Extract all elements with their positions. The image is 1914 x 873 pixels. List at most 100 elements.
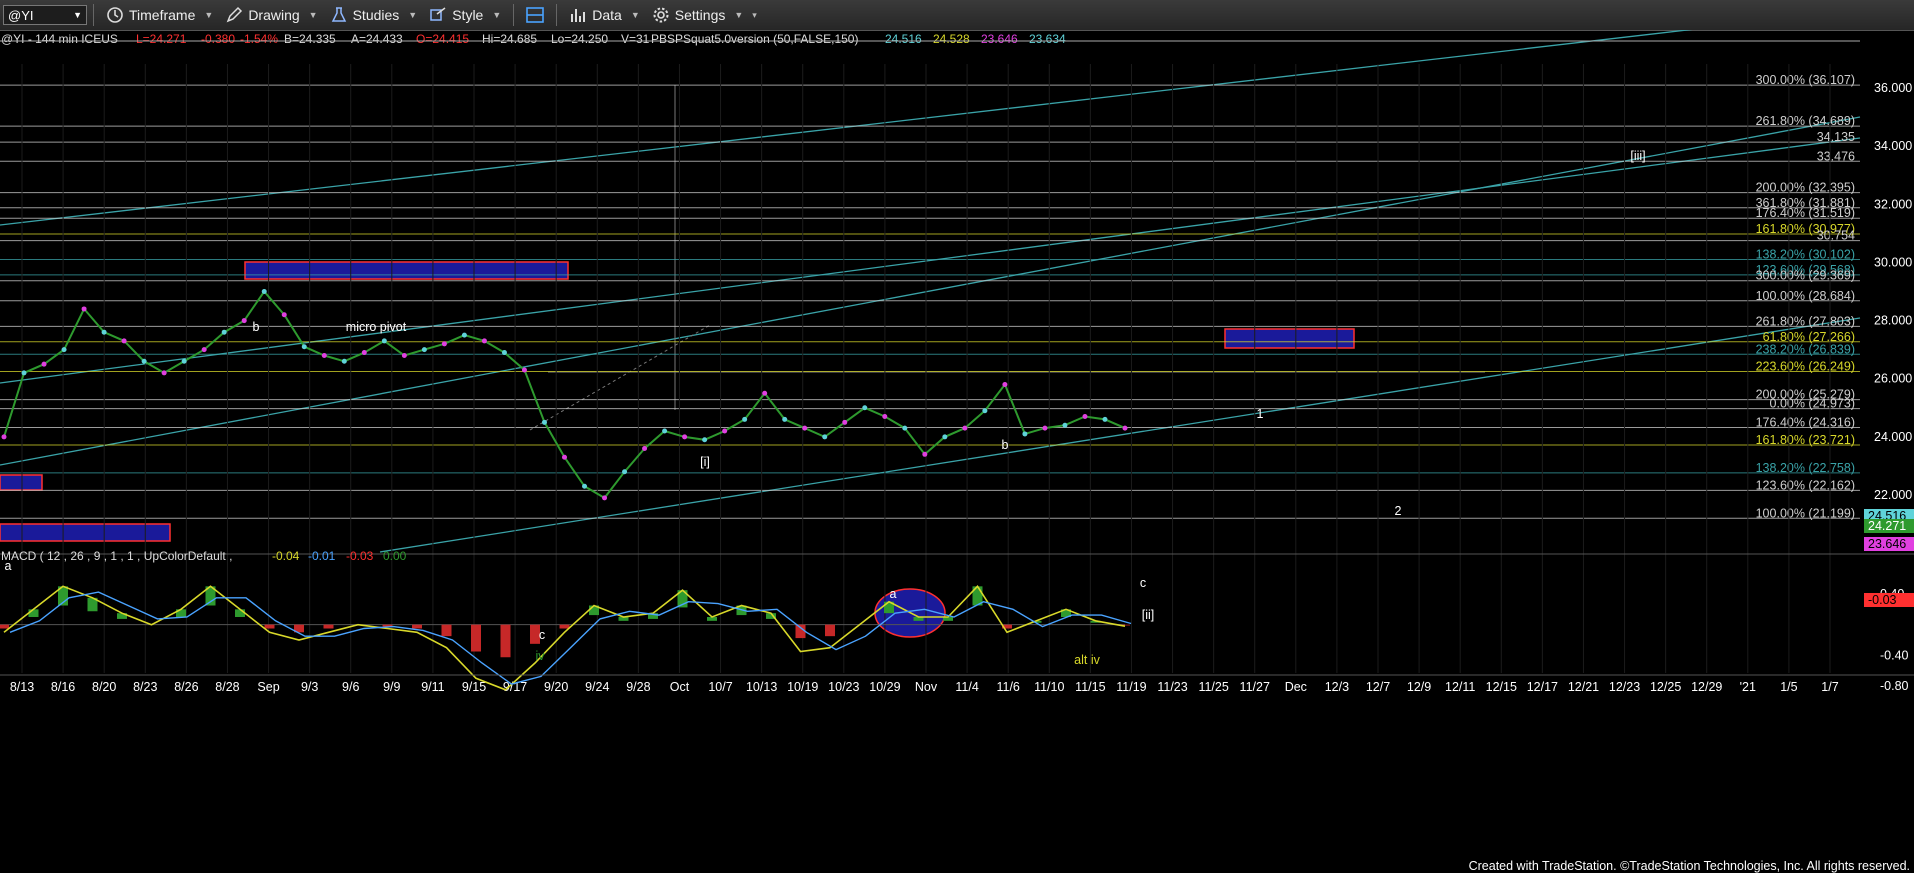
price-point [802, 425, 808, 431]
price-point [481, 338, 487, 344]
macd-histogram-bar [412, 624, 422, 629]
settings-button[interactable]: Settings ▼ ▾ [646, 3, 763, 27]
x-tick-label: 11/6 [996, 680, 1019, 694]
wave-annotation: b [253, 320, 260, 334]
price-point [782, 416, 788, 422]
micro-pivot-box [244, 261, 569, 280]
price-point [81, 306, 87, 312]
macd-histogram-bar [28, 609, 39, 617]
macd-val-4: 0.00 [383, 549, 407, 563]
macd-val-3: -0.03 [346, 549, 374, 563]
x-tick-label: 8/13 [10, 680, 34, 694]
price-point [421, 347, 427, 353]
data-label: Data [592, 7, 622, 23]
x-tick-label: 1/7 [1821, 680, 1838, 694]
price-point [61, 347, 67, 353]
toolbar-divider [513, 4, 515, 26]
x-tick-label: Dec [1285, 680, 1307, 694]
price-point [1, 434, 7, 440]
price-point [281, 312, 287, 318]
price-point [622, 469, 628, 475]
x-tick-label: Nov [915, 680, 938, 694]
price-point [902, 425, 908, 431]
x-tick-label: 10/19 [787, 680, 818, 694]
price-point [1002, 382, 1008, 388]
price-point [341, 358, 347, 364]
x-tick-label: 11/23 [1157, 680, 1187, 694]
style-button[interactable]: Style ▼ [423, 3, 507, 27]
x-tick-label: Oct [670, 680, 690, 694]
header-study-val-4: 23.634 [1029, 32, 1066, 46]
price-point [582, 483, 588, 489]
chevron-down-icon: ▼ [492, 10, 502, 20]
price-point [21, 370, 27, 376]
drawing-button[interactable]: Drawing ▼ [219, 3, 323, 27]
header-low: Lo=24.250 [551, 32, 608, 46]
x-tick-label: Sep [257, 680, 279, 694]
toolbar-divider [556, 4, 558, 26]
x-tick-label: 12/9 [1407, 680, 1431, 694]
macd-histogram-bar [441, 624, 452, 637]
header-bid: B=24.335 [284, 32, 336, 46]
x-tick-label: 11/15 [1075, 680, 1105, 694]
macd-histogram-bar [559, 624, 570, 629]
price-chart[interactable]: @YI - 144 min ICEUS L=24.271 -0.380 -1.5… [0, 30, 1914, 853]
fib-level-label: 261.80% (34.689) [1756, 114, 1855, 128]
macd-histogram-bar [264, 624, 275, 629]
y-tick-label: 24.000 [1874, 430, 1912, 444]
studies-button[interactable]: Studies ▼ [324, 3, 424, 27]
fib-level-label: 161.80% (23.721) [1756, 433, 1855, 447]
price-point [742, 416, 748, 422]
chevron-down-icon: ▼ [73, 10, 82, 20]
macd-histogram-bar [795, 624, 806, 639]
trend-line [379, 317, 1861, 553]
wave-annotation: a [890, 587, 897, 601]
style-icon [430, 7, 446, 21]
x-tick-label: 12/11 [1445, 680, 1475, 694]
macd-val-2: -0.01 [308, 549, 336, 563]
price-point [922, 451, 928, 457]
x-tick-label: 12/7 [1366, 680, 1390, 694]
highlight-boxes [0, 261, 1355, 638]
chart-layout-button[interactable] [520, 3, 550, 27]
x-tick-label: 9/15 [462, 680, 486, 694]
wave-annotation: [i] [700, 455, 710, 469]
fib-level-label: 138.20% (22.758) [1756, 461, 1855, 475]
footer-copyright: Created with TradeStation. ©TradeStation… [1468, 859, 1910, 873]
symbol-selector[interactable]: @YI ▼ [3, 5, 87, 25]
y-tick-label: 22.000 [1874, 488, 1912, 502]
x-tick-label: 12/29 [1691, 680, 1722, 694]
price-point [842, 419, 848, 425]
trend-line [0, 116, 1861, 466]
pencil-icon [226, 6, 243, 23]
price-point [562, 454, 567, 460]
wave-annotation: iv [535, 649, 545, 663]
data-button[interactable]: Data ▼ [563, 3, 646, 27]
timeframe-button[interactable]: Timeframe ▼ [100, 3, 219, 27]
timeframe-label: Timeframe [129, 7, 196, 23]
y-tick-label: 30.000 [1874, 255, 1912, 269]
wave-annotation: [ii] [1142, 608, 1155, 622]
chevron-down-icon: ▼ [630, 10, 640, 20]
header-ask: A=24.433 [351, 32, 403, 46]
macd-histogram-bar [825, 624, 835, 637]
price-point [301, 344, 307, 350]
fib-level-label: 176.40% (24.316) [1756, 416, 1855, 430]
macd-histogram-bar [500, 624, 511, 658]
y-tick-label: 26.000 [1874, 372, 1912, 386]
x-tick-label: 11/10 [1034, 680, 1064, 694]
wave-annotation: 2 [1395, 504, 1402, 518]
x-tick-label: 12/25 [1650, 680, 1681, 694]
price-point [1042, 425, 1048, 431]
price-point [702, 437, 708, 443]
fib-level-label: 0.00% (24.973) [1770, 397, 1855, 411]
price-point [501, 350, 507, 356]
settings-label: Settings [674, 7, 726, 23]
macd-histogram-bar [0, 624, 9, 629]
y-tick-label: 32.000 [1874, 197, 1912, 211]
price-point [762, 390, 768, 396]
price-point [942, 434, 948, 440]
fib-level-label: 200.00% (32.395) [1756, 181, 1855, 195]
x-tick-label: 9/20 [544, 680, 568, 694]
price-point [1062, 422, 1068, 428]
